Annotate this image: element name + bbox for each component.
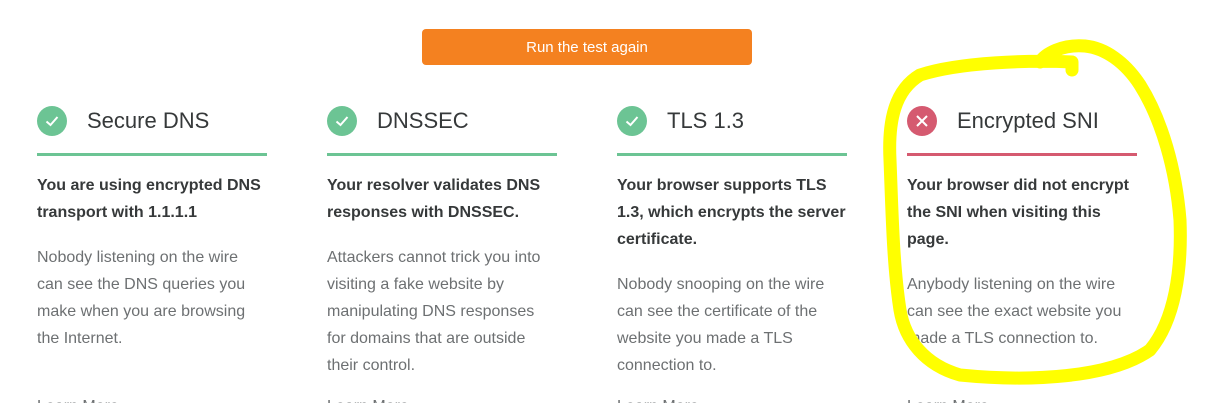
check-circle-icon <box>37 106 67 136</box>
card-body-text: Nobody listening on the wire can see the… <box>37 249 246 347</box>
card-title: Secure DNS <box>87 108 210 133</box>
card-header: Encrypted SNI <box>907 103 1137 156</box>
card-header: DNSSEC <box>327 103 557 156</box>
card-lead-text: Your browser did not encrypt the SNI whe… <box>907 177 1129 248</box>
learn-more-link[interactable]: Learn More <box>907 393 989 403</box>
card-body-text: Nobody snooping on the wire can see the … <box>617 276 825 374</box>
card-lead-text: Your browser supports TLS 1.3, which enc… <box>617 177 846 248</box>
card-header: Secure DNS <box>37 103 267 156</box>
learn-more-link[interactable]: Learn More <box>327 393 409 403</box>
card-body-text: Anybody listening on the wire can see th… <box>907 276 1122 347</box>
run-test-again-button[interactable]: Run the test again <box>422 29 752 65</box>
card-title: TLS 1.3 <box>667 108 745 133</box>
x-circle-icon <box>907 106 937 136</box>
check-circle-icon <box>327 106 357 136</box>
card-lead-text: You are using encrypted DNS transport wi… <box>37 177 261 221</box>
card-header: TLS 1.3 <box>617 103 847 156</box>
card-lead-text: Your resolver validates DNS responses wi… <box>327 177 541 221</box>
results-page: Run the test again Secure DNS You are us… <box>0 0 1226 403</box>
card-body-text: Attackers cannot trick you into visiting… <box>327 249 541 374</box>
card-title: DNSSEC <box>377 108 469 133</box>
learn-more-link[interactable]: Learn More <box>617 393 699 403</box>
result-card-secure-dns: Secure DNS You are using encrypted DNS t… <box>37 103 267 403</box>
check-circle-icon <box>617 106 647 136</box>
result-card-tls13: TLS 1.3 Your browser supports TLS 1.3, w… <box>617 103 847 403</box>
learn-more-link[interactable]: Learn More <box>37 393 119 403</box>
result-card-encrypted-sni: Encrypted SNI Your browser did not encry… <box>907 103 1137 403</box>
card-title: Encrypted SNI <box>957 108 1099 133</box>
result-card-dnssec: DNSSEC Your resolver validates DNS respo… <box>327 103 557 403</box>
